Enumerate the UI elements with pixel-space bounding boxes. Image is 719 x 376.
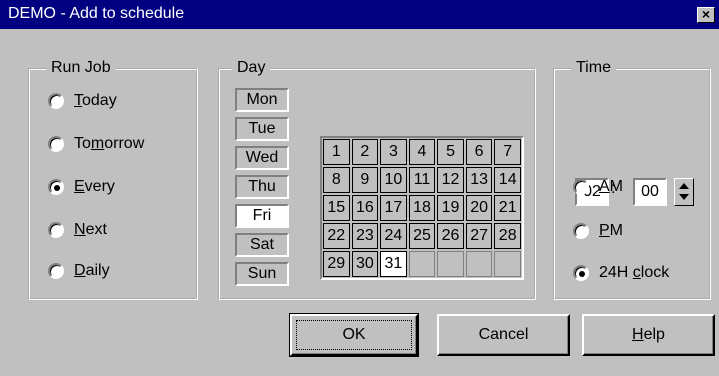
calendar-date-22[interactable]: 22 (323, 223, 350, 249)
radio-label: Today (74, 90, 117, 112)
calendar-date-18[interactable]: 18 (408, 195, 436, 221)
time-group: Time 02 : 00 AM PM 24H clock (553, 58, 711, 300)
calendar-date-20[interactable]: 20 (465, 195, 493, 221)
window-title: DEMO - Add to schedule (8, 5, 185, 22)
close-icon: × (701, 6, 711, 22)
help-button-mnemonic: H (632, 326, 644, 343)
calendar-date-26[interactable]: 26 (437, 223, 464, 249)
calendar-date-9[interactable]: 9 (351, 167, 379, 193)
calendar-date-19[interactable]: 19 (437, 195, 464, 221)
radio-label-post: very (84, 178, 115, 195)
calendar-date-15[interactable]: 15 (323, 195, 350, 221)
calendar-date-13[interactable]: 13 (465, 167, 493, 193)
radio-label: Every (74, 176, 115, 198)
radio-label: Tomorrow (74, 133, 144, 155)
radio-label-mnemonic: E (74, 178, 85, 195)
calendar-date-2[interactable]: 2 (351, 139, 379, 165)
radio-icon[interactable] (48, 179, 64, 195)
radio-label-post: M (609, 222, 623, 239)
cancel-button[interactable]: Cancel (437, 314, 570, 356)
calendar-date-17[interactable]: 17 (380, 195, 407, 221)
run-job-group: Run Job Today Tomorrow Every Next Daily (28, 58, 198, 300)
radio-label-post: aily (85, 262, 110, 279)
calendar-date-14[interactable]: 14 (494, 167, 521, 193)
radio-label-post: oday (82, 92, 117, 109)
spin-down-icon[interactable] (679, 194, 689, 200)
weekday-mon[interactable]: Mon (235, 88, 289, 112)
radio-label-post: ext (85, 221, 107, 238)
radio-label: Daily (74, 260, 110, 282)
calendar-date-6[interactable]: 6 (465, 139, 493, 165)
calendar-date-23[interactable]: 23 (351, 223, 379, 249)
calendar-date-25[interactable]: 25 (408, 223, 436, 249)
radio-icon[interactable] (573, 223, 589, 239)
calendar-date-11[interactable]: 11 (408, 167, 436, 193)
radio-icon[interactable] (573, 265, 589, 281)
radio-icon[interactable] (48, 263, 64, 279)
time-legend: Time (571, 58, 616, 78)
ok-button[interactable]: OK (289, 313, 419, 357)
radio-label: AM (599, 176, 623, 198)
radio-label-pre: To (74, 135, 91, 152)
calendar-empty-cell (494, 251, 521, 277)
calendar-date-1[interactable]: 1 (323, 139, 350, 165)
calendar-date-8[interactable]: 8 (323, 167, 350, 193)
radio-label-mnemonic: N (74, 221, 86, 238)
calendar-empty-cell (437, 251, 464, 277)
calendar-date-10[interactable]: 10 (380, 167, 407, 193)
focus-rect (296, 320, 412, 350)
radio-label-mnemonic: P (599, 222, 610, 239)
calendar-date-7[interactable]: 7 (494, 139, 521, 165)
radio-label: 24H clock (599, 262, 669, 284)
weekday-thu[interactable]: Thu (235, 175, 289, 199)
radio-icon[interactable] (48, 93, 64, 109)
cancel-button-label: Cancel (478, 326, 529, 343)
calendar-date-28[interactable]: 28 (494, 223, 521, 249)
minute-field[interactable]: 00 (633, 178, 667, 206)
radio-label-pre: 24H (599, 264, 633, 281)
calendar-date-5[interactable]: 5 (437, 139, 464, 165)
radio-label: Next (74, 219, 107, 241)
spin-up-icon[interactable] (679, 183, 689, 189)
run-job-legend: Run Job (46, 58, 116, 78)
calendar-date-30[interactable]: 30 (351, 251, 379, 277)
radio-label-mnemonic: A (599, 178, 610, 195)
close-button[interactable]: × (697, 7, 715, 23)
radio-label-mnemonic: T (74, 92, 82, 109)
radio-label-post: lock (640, 264, 670, 281)
calendar-date-24[interactable]: 24 (380, 223, 407, 249)
calendar-date-12[interactable]: 12 (437, 167, 464, 193)
radio-icon[interactable] (48, 136, 64, 152)
calendar-date-21[interactable]: 21 (494, 195, 521, 221)
calendar-grid: 1 2 3 4 5 6 7 8 9 10 11 12 13 14 15 16 17 18 19 20 21 22 23 24 2… (320, 136, 524, 280)
help-button-label: elp (643, 326, 665, 343)
day-legend: Day (232, 58, 271, 78)
radio-label-mnemonic: D (74, 262, 86, 279)
help-button[interactable]: Help (582, 314, 715, 356)
radio-label-post: orrow (104, 135, 145, 152)
calendar-date-16[interactable]: 16 (351, 195, 379, 221)
calendar-date-29[interactable]: 29 (323, 251, 350, 277)
radio-label-mnemonic: m (90, 135, 105, 152)
weekday-tue[interactable]: Tue (235, 117, 289, 141)
calendar-empty-cell (408, 251, 436, 277)
weekday-fri[interactable]: Fri (235, 204, 289, 228)
radio-label-mnemonic: c (632, 264, 641, 281)
radio-icon[interactable] (48, 222, 64, 238)
calendar-date-4[interactable]: 4 (408, 139, 436, 165)
radio-label-post: M (609, 178, 623, 195)
weekday-sat[interactable]: Sat (235, 233, 289, 257)
calendar-date-3[interactable]: 3 (380, 139, 407, 165)
radio-label: PM (599, 220, 623, 242)
calendar-date-31[interactable]: 31 (380, 251, 407, 277)
weekday-wed[interactable]: Wed (235, 146, 289, 170)
day-group: Day Mon Tue Wed Thu Fri Sat Sun 1 2 3 4 5 6 7 8 9 10 11 1… (218, 58, 536, 300)
title-bar: DEMO - Add to schedule × (0, 0, 719, 29)
calendar-date-27[interactable]: 27 (465, 223, 493, 249)
time-spinner[interactable] (674, 178, 694, 206)
calendar-empty-cell (465, 251, 493, 277)
radio-icon[interactable] (573, 179, 589, 195)
weekday-sun[interactable]: Sun (235, 262, 289, 286)
